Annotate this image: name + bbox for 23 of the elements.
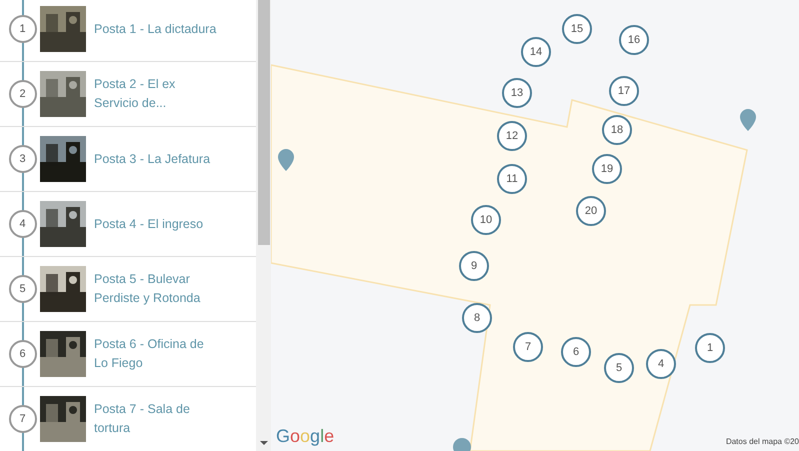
map-logo: Google xyxy=(276,426,334,446)
stop-title: Posta 2 - El ex Servicio de... xyxy=(94,76,176,112)
stop-title: Posta 3 - La Jefatura xyxy=(94,150,212,168)
stop-item[interactable]: 3 Posta 3 - La Jefatura xyxy=(0,127,256,192)
stop-number: 2 xyxy=(8,80,36,108)
stop-item[interactable]: 1 Posta 1 - La dictadura xyxy=(0,0,256,62)
stop-item[interactable]: 2 Posta 2 - El ex Servicio de... xyxy=(0,62,256,127)
stop-number: 4 xyxy=(8,210,36,238)
stop-number: 1 xyxy=(8,15,36,43)
stop-title: Posta 7 - Sala de tortura xyxy=(94,401,191,437)
stop-title: Posta 5 - Bulevar Perdiste y Rotonda xyxy=(94,271,202,307)
stop-item[interactable]: 4 Posta 4 - El ingreso xyxy=(0,192,256,257)
stop-item[interactable]: 6 Posta 6 - Oficina de Lo Fiego xyxy=(0,322,256,387)
stop-item[interactable]: 5 Posta 5 - Bulevar Perdiste y Rotonda xyxy=(0,257,256,322)
stop-number: 7 xyxy=(8,405,36,433)
map-attribution: Datos del mapa ©20 xyxy=(726,436,799,448)
stop-title: Posta 6 - Oficina de Lo Fiego xyxy=(94,336,205,372)
stop-number: 3 xyxy=(8,145,36,173)
stop-title: Posta 1 - La dictadura xyxy=(94,20,218,38)
stop-number: 6 xyxy=(8,340,36,368)
stop-title: Posta 4 - El ingreso xyxy=(94,216,204,233)
stop-number: 5 xyxy=(8,275,36,303)
scrollbar[interactable] xyxy=(256,0,271,451)
